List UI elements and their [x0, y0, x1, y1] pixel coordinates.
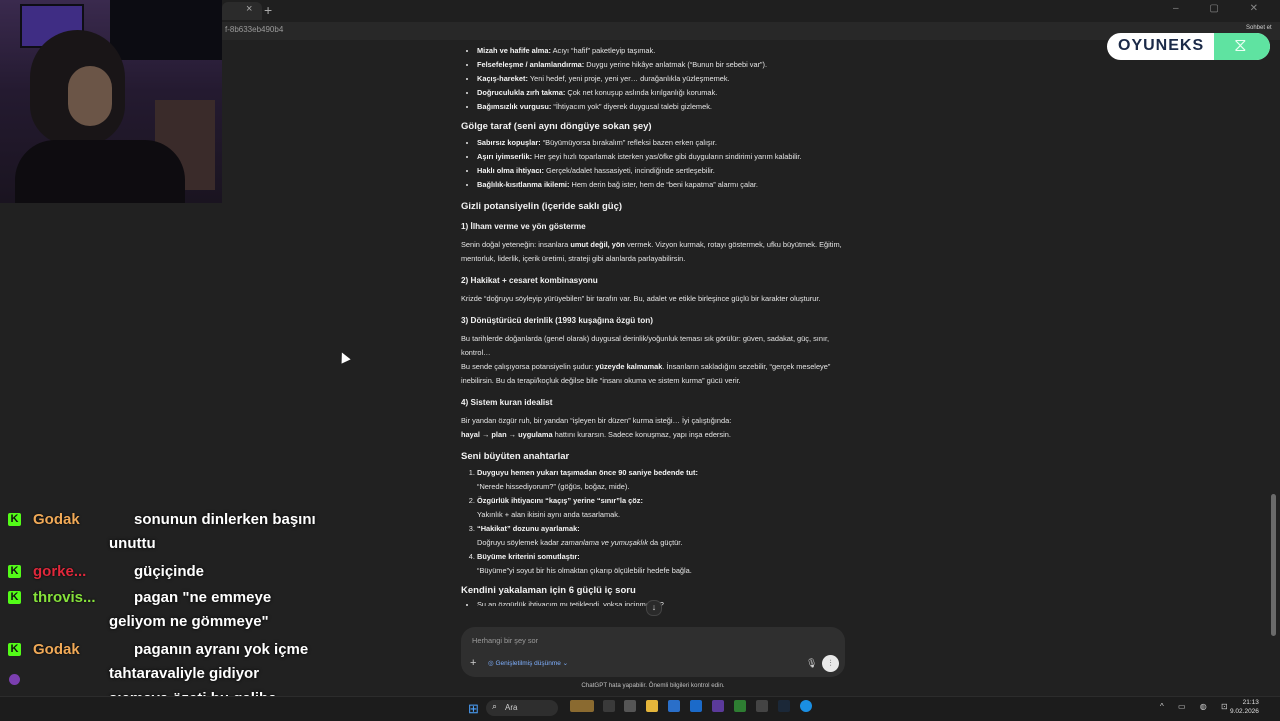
widgets-icon[interactable] — [624, 700, 636, 712]
chat-username: Godak — [33, 511, 80, 528]
attach-button[interactable]: + — [470, 657, 476, 669]
list-item: Özgürlük ihtiyacını “kaçış” yerine “sını… — [477, 494, 846, 522]
potential-4-text-2: hayal → plan → uygulama hattını kurarsın… — [461, 430, 731, 439]
message-composer[interactable] — [461, 627, 845, 677]
coping-list: Mizah ve hafife alma: Acıyı “hafif” pake… — [461, 44, 846, 114]
webcam-feed — [0, 0, 222, 203]
chat-message: Kgorke... güçiçinde — [8, 559, 204, 584]
list-item: Mizah ve hafife alma: Acıyı “hafif” pake… — [477, 44, 846, 58]
potential-3-text-2: Bu sende çalışıyorsa potansiyelin şudur:… — [461, 362, 831, 385]
list-item: Büyüme kriterini somutlaştır:“Büyüme”yi … — [477, 550, 846, 578]
potential-1-text: Senin doğal yeteneğin: insanlara umut de… — [461, 240, 842, 263]
chat-username: throvis... — [33, 589, 96, 606]
app-icon[interactable] — [756, 700, 768, 712]
clock-date: 9.02.2026 — [1230, 708, 1259, 715]
webcam-background — [110, 0, 222, 60]
mic-icon[interactable]: 🎙 — [806, 658, 817, 669]
assistant-message: Mizah ve hafife alma: Acıyı “hafif” pake… — [461, 44, 846, 606]
browser-tab[interactable] — [222, 2, 262, 20]
list-item: Bağlılık-kısıtlanma ikilemi: Hem derin b… — [477, 178, 846, 192]
chat-text: sonunun dinlerken başını — [134, 511, 316, 528]
edge-icon[interactable] — [800, 700, 812, 712]
kick-icon: K — [8, 565, 21, 578]
app-icon[interactable] — [734, 700, 746, 712]
new-tab-button[interactable]: + — [264, 2, 272, 18]
search-highlight-icon[interactable] — [570, 700, 594, 712]
potential-2-heading: 2) Hakikat + cesaret kombinasyonu — [461, 276, 598, 285]
keys-heading: Seni büyüten anahtarlar — [461, 451, 570, 462]
taskbar — [0, 696, 1280, 721]
task-view-icon[interactable] — [603, 700, 615, 712]
kick-icon: K — [8, 643, 21, 656]
taskbar-search-text[interactable]: Ara — [505, 703, 517, 712]
list-item: Kaçış-hareket: Yeni hedef, yeni proje, y… — [477, 72, 846, 86]
scroll-down-button[interactable]: ↓ — [646, 600, 662, 616]
list-item: Aşırı iyimserlik: Her şeyi hızlı toparla… — [477, 150, 846, 164]
shadow-heading: Gölge taraf (seni aynı döngüye sokan şey… — [461, 121, 652, 132]
search-icon[interactable]: ⌕ — [492, 701, 497, 712]
store-icon[interactable] — [668, 700, 680, 712]
extended-thinking-toggle[interactable]: ◎ Genişletilmiş düşünme ⌄ — [488, 659, 568, 667]
streamer-body — [15, 140, 185, 203]
steam-icon[interactable] — [778, 700, 790, 712]
moderator-badge-icon — [9, 674, 20, 685]
list-item: Bağımsızlık vurgusu: “İhtiyacım yok” diy… — [477, 100, 846, 114]
potential-2-text: Krizde “doğruyu söyleyip yürüyebilen” bi… — [461, 294, 821, 303]
potential-4-heading: 4) Sistem kuran idealist — [461, 398, 553, 407]
chat-message: K Godak paganın ayranı yok içme — [8, 637, 308, 662]
chat-text-continued: unuttu — [109, 535, 156, 552]
keys-list: Duyguyu hemen yukarı taşımadan önce 90 s… — [461, 466, 846, 578]
list-item: Doğruculukla zırh takma: Çok net konuşup… — [477, 86, 846, 100]
potential-heading: Gizli potansiyelin (içeride saklı güç) — [461, 201, 623, 212]
chat-text: pagan "ne emmeye — [134, 589, 272, 606]
share-label[interactable]: Sohbet et — [1246, 25, 1272, 31]
system-tray[interactable]: ^ ▭ ◍ ⊡ — [1160, 702, 1234, 711]
chat-username: gorke... — [33, 563, 87, 580]
mail-icon[interactable] — [690, 700, 702, 712]
list-item: Felsefeleşme / anlamlandırma: Duygu yeri… — [477, 58, 846, 72]
chat-text: paganın ayranı yok içme — [134, 641, 309, 658]
extended-thinking-label: Genişletilmiş düşünme — [495, 660, 561, 667]
list-item: Haklı olma ihtiyacı: Gerçek/adalet hassa… — [477, 164, 846, 178]
chat-text-continued: tahtaravaliyle gidiyor — [109, 665, 260, 682]
potential-3-text: Bu tarihlerde doğanlarda (genel olarak) … — [461, 334, 830, 357]
url-text[interactable]: f-8b633eb490b4 — [225, 25, 283, 34]
file-explorer-icon[interactable] — [646, 700, 658, 712]
shadow-list: Sabırsız kopuşlar: “Büyümüyorsa bırakalı… — [461, 136, 846, 192]
windows-icon[interactable]: ⊞ — [468, 701, 479, 717]
disclaimer-text: ChatGPT hata yapabilir. Önemli bilgileri… — [581, 682, 725, 689]
page-scrollbar[interactable] — [1271, 494, 1276, 636]
potential-4-text: Bir yandan özgür ruh, bir yandan “işleye… — [461, 416, 732, 425]
voice-mode-icon[interactable]: ⫶ — [822, 655, 839, 672]
potential-3-heading: 3) Dönüştürücü derinlik (1993 kuşağına ö… — [461, 316, 653, 325]
chat-message: K Godak sonunun dinlerken başını — [8, 507, 316, 532]
sponsor-logo-text: OYUNEKS — [1118, 37, 1205, 54]
streamer-face — [68, 66, 112, 126]
kick-icon: K — [8, 591, 21, 604]
app-icon[interactable] — [712, 700, 724, 712]
chat-text: güçiçinde — [134, 563, 205, 580]
kick-icon: K — [8, 513, 21, 526]
window-controls[interactable]: – ▢ ✕ — [1173, 3, 1272, 14]
chat-text-continued: geliyom ne gömmeye" — [109, 613, 269, 630]
message-input[interactable]: Herhangi bir şey sor — [472, 636, 538, 645]
chat-message: Kthrovis... pagan "ne emmeye — [8, 585, 271, 610]
list-item: Duyguyu hemen yukarı taşımadan önce 90 s… — [477, 466, 846, 494]
list-item: “Hakikat” dozunu ayarlamak:Doğruyu söyle… — [477, 522, 846, 550]
clock-time: 21:13 — [1242, 699, 1259, 706]
questions-heading: Kendini yakalaman için 6 güçlü iç soru — [461, 585, 636, 596]
potential-1-heading: 1) İlham verme ve yön gösterme — [461, 222, 586, 231]
dna-icon: ⧖ — [1234, 35, 1247, 55]
tab-close-icon[interactable]: × — [246, 3, 252, 15]
taskbar-clock[interactable]: 21:13 9.02.2026 — [1230, 698, 1259, 716]
chat-username: Godak — [33, 641, 80, 658]
list-item: Sabırsız kopuşlar: “Büyümüyorsa bırakalı… — [477, 136, 846, 150]
